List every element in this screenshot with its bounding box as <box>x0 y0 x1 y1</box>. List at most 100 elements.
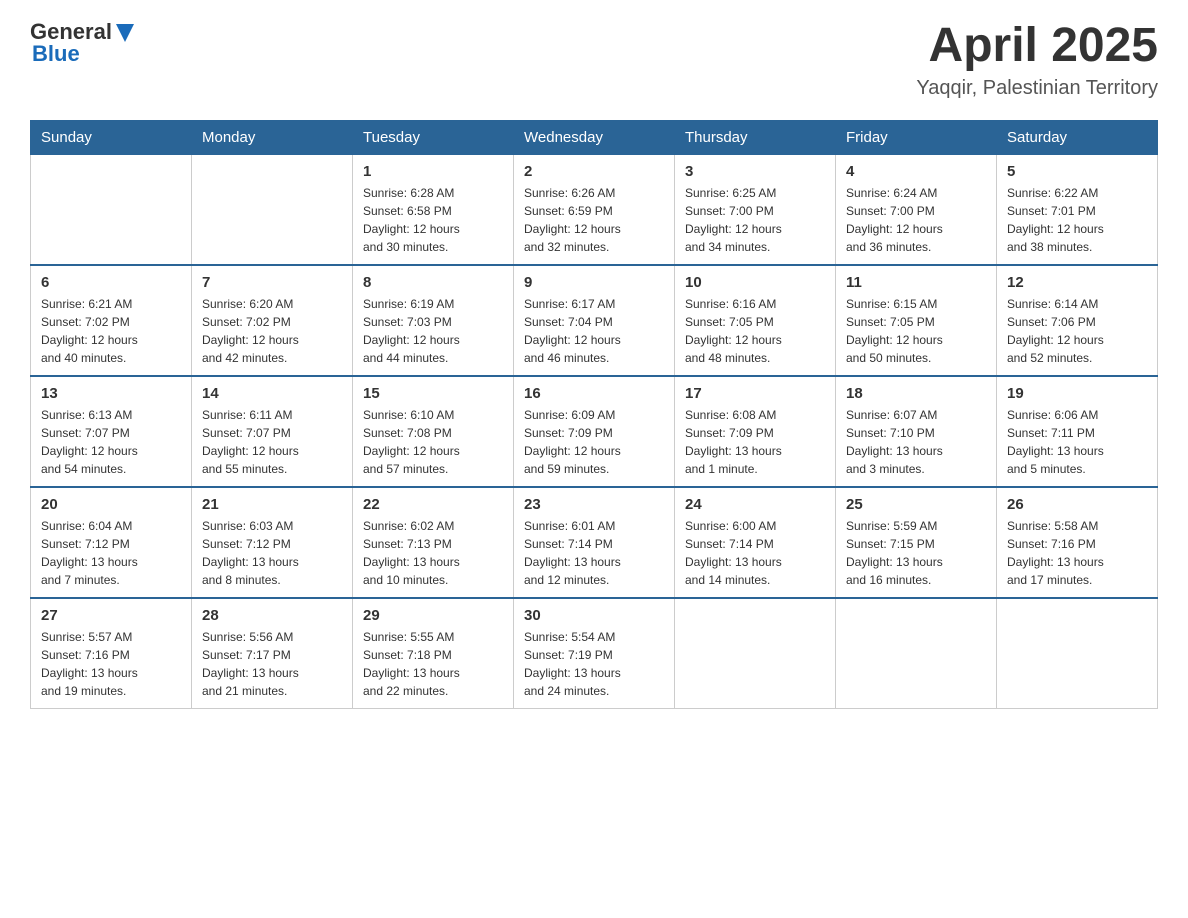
day-number: 21 <box>202 496 342 513</box>
day-info: Sunrise: 5:55 AMSunset: 7:18 PMDaylight:… <box>363 628 503 700</box>
calendar-cell: 7 Sunrise: 6:20 AMSunset: 7:02 PMDaylight… <box>192 265 353 376</box>
day-info: Sunrise: 6:24 AMSunset: 7:00 PMDaylight:… <box>846 184 986 256</box>
day-number: 8 <box>363 274 503 291</box>
calendar-cell <box>192 154 353 265</box>
calendar-week-row: 20 Sunrise: 6:04 AMSunset: 7:12 PMDayligh… <box>31 487 1158 598</box>
day-number: 13 <box>41 385 181 402</box>
day-number: 7 <box>202 274 342 291</box>
calendar-cell: 10 Sunrise: 6:16 AMSunset: 7:05 PMDayligh… <box>675 265 836 376</box>
day-number: 17 <box>685 385 825 402</box>
day-number: 10 <box>685 274 825 291</box>
day-number: 2 <box>524 163 664 180</box>
calendar-cell: 1 Sunrise: 6:28 AMSunset: 6:58 PMDaylight… <box>353 154 514 265</box>
calendar-cell <box>675 598 836 709</box>
calendar-cell: 30Sunrise: 5:54 AMSunset: 7:19 PMDayligh… <box>514 598 675 709</box>
day-info: Sunrise: 6:28 AMSunset: 6:58 PMDaylight:… <box>363 184 503 256</box>
day-info: Sunrise: 6:03 AMSunset: 7:12 PMDaylight:… <box>202 517 342 589</box>
calendar-cell: 21 Sunrise: 6:03 AMSunset: 7:12 PMDayligh… <box>192 487 353 598</box>
calendar-cell: 25 Sunrise: 5:59 AMSunset: 7:15 PMDayligh… <box>836 487 997 598</box>
calendar-cell <box>31 154 192 265</box>
day-number: 22 <box>363 496 503 513</box>
day-info: Sunrise: 6:07 AMSunset: 7:10 PMDaylight:… <box>846 406 986 478</box>
day-info: Sunrise: 6:10 AMSunset: 7:08 PMDaylight:… <box>363 406 503 478</box>
calendar-week-row: 13 Sunrise: 6:13 AMSunset: 7:07 PMDayligh… <box>31 376 1158 487</box>
day-number: 11 <box>846 274 986 291</box>
location-title: Yaqqir, Palestinian Territory <box>916 77 1158 100</box>
calendar-cell: 27 Sunrise: 5:57 AMSunset: 7:16 PMDayligh… <box>31 598 192 709</box>
calendar-cell: 13 Sunrise: 6:13 AMSunset: 7:07 PMDayligh… <box>31 376 192 487</box>
calendar-cell: 18 Sunrise: 6:07 AMSunset: 7:10 PMDayligh… <box>836 376 997 487</box>
day-info: Sunrise: 6:22 AMSunset: 7:01 PMDaylight:… <box>1007 184 1147 256</box>
day-info: Sunrise: 6:00 AMSunset: 7:14 PMDaylight:… <box>685 517 825 589</box>
day-info: Sunrise: 6:16 AMSunset: 7:05 PMDaylight:… <box>685 295 825 367</box>
calendar-cell: 26 Sunrise: 5:58 AMSunset: 7:16 PMDayligh… <box>997 487 1158 598</box>
day-info: Sunrise: 5:59 AMSunset: 7:15 PMDaylight:… <box>846 517 986 589</box>
day-number: 3 <box>685 163 825 180</box>
calendar-week-row: 27 Sunrise: 5:57 AMSunset: 7:16 PMDayligh… <box>31 598 1158 709</box>
day-info: Sunrise: 6:14 AMSunset: 7:06 PMDaylight:… <box>1007 295 1147 367</box>
day-number: 24 <box>685 496 825 513</box>
header-friday: Friday <box>836 120 997 154</box>
calendar-cell: 28Sunrise: 5:56 AMSunset: 7:17 PMDayligh… <box>192 598 353 709</box>
day-info: Sunrise: 6:11 AMSunset: 7:07 PMDaylight:… <box>202 406 342 478</box>
calendar-cell: 9Sunrise: 6:17 AMSunset: 7:04 PMDaylight… <box>514 265 675 376</box>
day-number: 30 <box>524 607 664 624</box>
logo: General Blue <box>30 20 134 66</box>
header-thursday: Thursday <box>675 120 836 154</box>
calendar-header-row: SundayMondayTuesdayWednesdayThursdayFrid… <box>31 120 1158 154</box>
day-number: 4 <box>846 163 986 180</box>
title-block: April 2025 Yaqqir, Palestinian Territory <box>916 20 1158 100</box>
month-title: April 2025 <box>916 20 1158 73</box>
day-number: 6 <box>41 274 181 291</box>
day-number: 5 <box>1007 163 1147 180</box>
calendar-week-row: 1 Sunrise: 6:28 AMSunset: 6:58 PMDaylight… <box>31 154 1158 265</box>
calendar-cell <box>836 598 997 709</box>
day-info: Sunrise: 5:57 AMSunset: 7:16 PMDaylight:… <box>41 628 181 700</box>
day-number: 12 <box>1007 274 1147 291</box>
calendar-cell: 8 Sunrise: 6:19 AMSunset: 7:03 PMDaylight… <box>353 265 514 376</box>
day-info: Sunrise: 6:09 AMSunset: 7:09 PMDaylight:… <box>524 406 664 478</box>
calendar-table: SundayMondayTuesdayWednesdayThursdayFrid… <box>30 120 1158 709</box>
day-number: 29 <box>363 607 503 624</box>
calendar-week-row: 6 Sunrise: 6:21 AMSunset: 7:02 PMDaylight… <box>31 265 1158 376</box>
day-info: Sunrise: 6:21 AMSunset: 7:02 PMDaylight:… <box>41 295 181 367</box>
calendar-cell: 2Sunrise: 6:26 AMSunset: 6:59 PMDaylight… <box>514 154 675 265</box>
calendar-cell: 19Sunrise: 6:06 AMSunset: 7:11 PMDayligh… <box>997 376 1158 487</box>
calendar-cell: 11 Sunrise: 6:15 AMSunset: 7:05 PMDayligh… <box>836 265 997 376</box>
calendar-cell: 17Sunrise: 6:08 AMSunset: 7:09 PMDayligh… <box>675 376 836 487</box>
day-number: 15 <box>363 385 503 402</box>
day-number: 14 <box>202 385 342 402</box>
day-number: 20 <box>41 496 181 513</box>
header-tuesday: Tuesday <box>353 120 514 154</box>
calendar-cell: 5 Sunrise: 6:22 AMSunset: 7:01 PMDaylight… <box>997 154 1158 265</box>
day-number: 1 <box>363 163 503 180</box>
calendar-cell: 3 Sunrise: 6:25 AMSunset: 7:00 PMDaylight… <box>675 154 836 265</box>
day-info: Sunrise: 6:13 AMSunset: 7:07 PMDaylight:… <box>41 406 181 478</box>
day-number: 18 <box>846 385 986 402</box>
day-number: 19 <box>1007 385 1147 402</box>
day-number: 16 <box>524 385 664 402</box>
calendar-cell: 20 Sunrise: 6:04 AMSunset: 7:12 PMDayligh… <box>31 487 192 598</box>
day-info: Sunrise: 6:19 AMSunset: 7:03 PMDaylight:… <box>363 295 503 367</box>
calendar-cell: 29 Sunrise: 5:55 AMSunset: 7:18 PMDayligh… <box>353 598 514 709</box>
day-number: 26 <box>1007 496 1147 513</box>
header-monday: Monday <box>192 120 353 154</box>
day-info: Sunrise: 5:56 AMSunset: 7:17 PMDaylight:… <box>202 628 342 700</box>
header-saturday: Saturday <box>997 120 1158 154</box>
day-info: Sunrise: 6:25 AMSunset: 7:00 PMDaylight:… <box>685 184 825 256</box>
calendar-cell: 4 Sunrise: 6:24 AMSunset: 7:00 PMDaylight… <box>836 154 997 265</box>
day-number: 27 <box>41 607 181 624</box>
page-header: General Blue April 2025 Yaqqir, Palestin… <box>30 20 1158 100</box>
day-info: Sunrise: 6:15 AMSunset: 7:05 PMDaylight:… <box>846 295 986 367</box>
day-info: Sunrise: 6:02 AMSunset: 7:13 PMDaylight:… <box>363 517 503 589</box>
day-info: Sunrise: 6:20 AMSunset: 7:02 PMDaylight:… <box>202 295 342 367</box>
day-info: Sunrise: 5:58 AMSunset: 7:16 PMDaylight:… <box>1007 517 1147 589</box>
calendar-cell: 23Sunrise: 6:01 AMSunset: 7:14 PMDayligh… <box>514 487 675 598</box>
day-info: Sunrise: 6:04 AMSunset: 7:12 PMDaylight:… <box>41 517 181 589</box>
calendar-cell: 14 Sunrise: 6:11 AMSunset: 7:07 PMDayligh… <box>192 376 353 487</box>
logo-text-blue: Blue <box>32 42 80 66</box>
calendar-cell: 16 Sunrise: 6:09 AMSunset: 7:09 PMDayligh… <box>514 376 675 487</box>
day-number: 25 <box>846 496 986 513</box>
day-info: Sunrise: 6:01 AMSunset: 7:14 PMDaylight:… <box>524 517 664 589</box>
calendar-cell: 12 Sunrise: 6:14 AMSunset: 7:06 PMDayligh… <box>997 265 1158 376</box>
